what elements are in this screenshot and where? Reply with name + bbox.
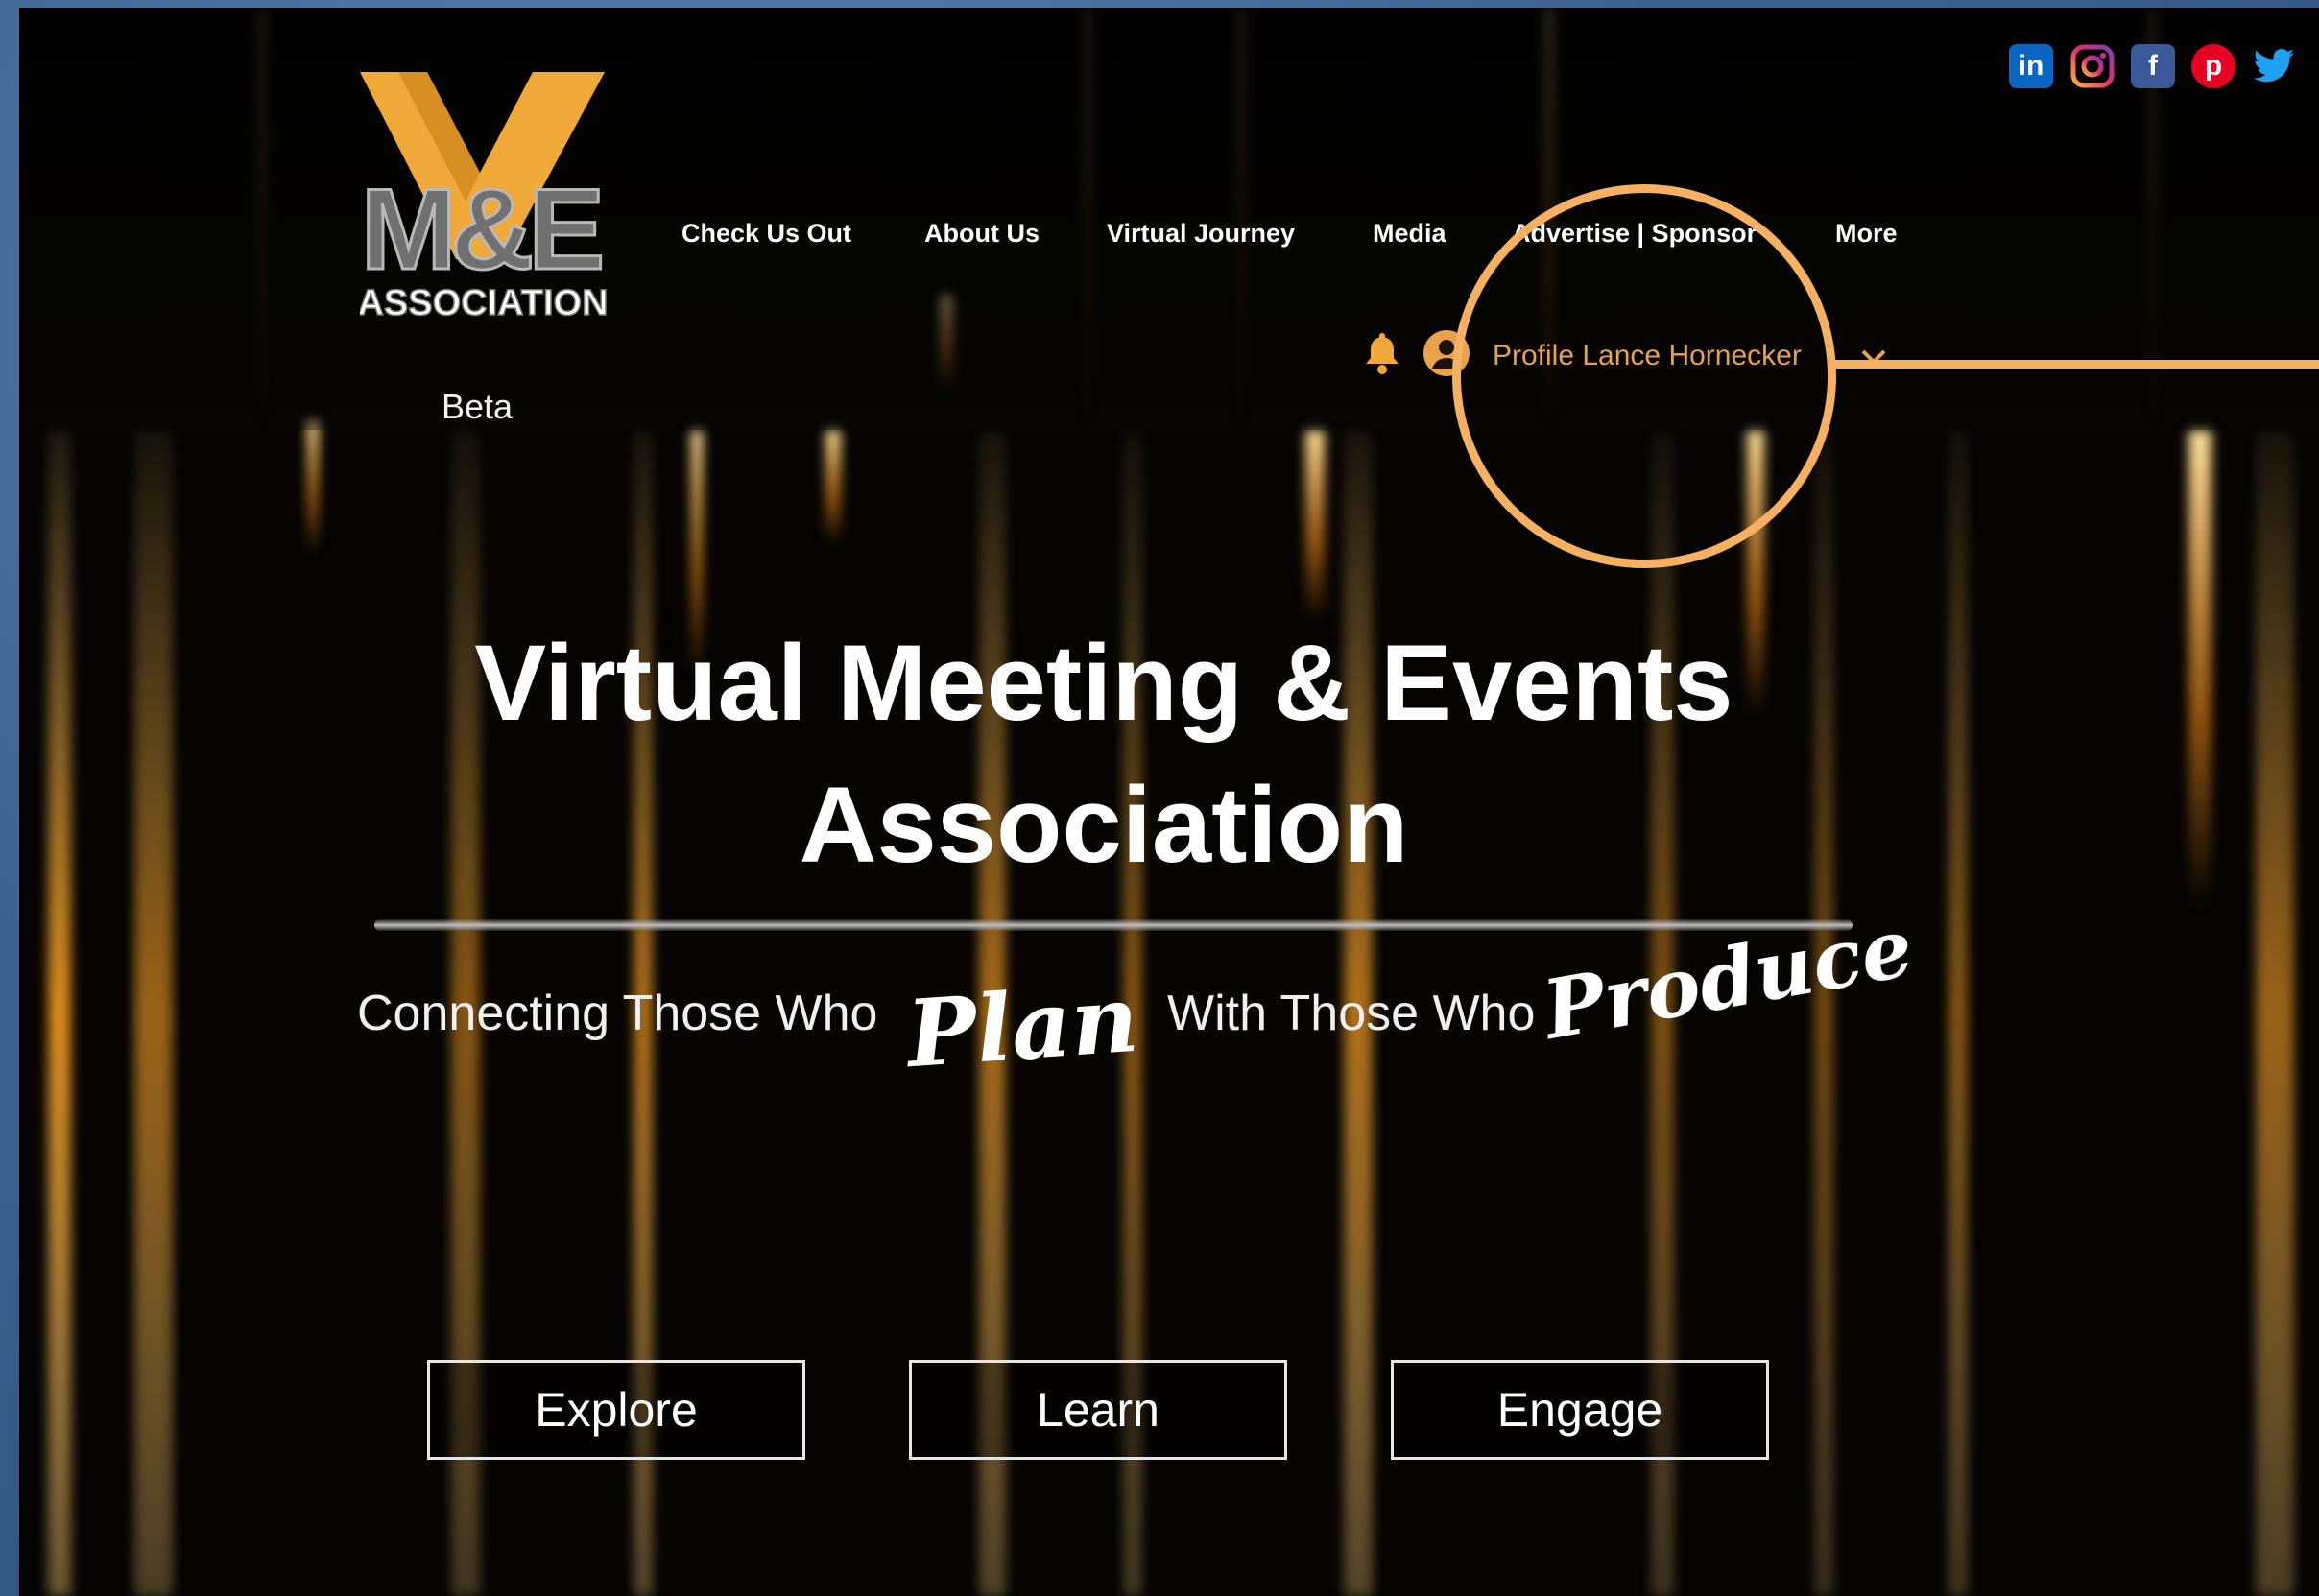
nav-item-media[interactable]: Media — [1373, 219, 1446, 249]
annotation-pointer-line — [1831, 360, 2319, 369]
instagram-icon[interactable] — [2070, 44, 2115, 88]
logo-wordmark: ASSOCIATION — [360, 283, 609, 323]
nav-item-about-us[interactable]: About Us — [924, 219, 1040, 249]
linkedin-icon[interactable]: in — [2009, 44, 2053, 88]
twitter-glyph — [2253, 49, 2294, 83]
bell-icon[interactable] — [1363, 331, 1401, 375]
facebook-glyph: f — [2148, 50, 2158, 82]
pinterest-glyph: p — [2204, 50, 2223, 82]
annotation-highlight-circle — [1452, 184, 1836, 568]
hero-divider — [374, 919, 1853, 931]
nav-item-more[interactable]: More — [1835, 219, 1898, 249]
twitter-icon[interactable] — [2252, 44, 2296, 88]
website-screenshot: M&E ASSOCIATION Beta Check Us Out About … — [19, 8, 2319, 1596]
tagline-part1: Connecting Those Who — [357, 986, 878, 1041]
nav-item-check-us-out[interactable]: Check Us Out — [681, 219, 851, 249]
tagline-script-plan: Plan — [903, 964, 1142, 1089]
beta-label: Beta — [442, 387, 514, 426]
facebook-icon[interactable]: f — [2131, 44, 2175, 88]
explore-button[interactable]: Explore — [427, 1360, 805, 1460]
linkedin-glyph: in — [2018, 50, 2044, 82]
instagram-glyph — [2070, 44, 2115, 88]
me-association-logo[interactable]: M&E ASSOCIATION — [360, 67, 629, 326]
hero-title: Virtual Meeting & Events Association — [19, 612, 2188, 896]
hero-title-line1: Virtual Meeting & Events — [474, 623, 1733, 743]
logo-mark: M&E — [361, 165, 602, 294]
hero-title-line2: Association — [799, 765, 1409, 885]
pinterest-icon[interactable]: p — [2191, 44, 2235, 88]
tagline-part2: With Those Who — [1167, 986, 1536, 1041]
nav-item-virtual-journey[interactable]: Virtual Journey — [1107, 219, 1295, 249]
engage-button[interactable]: Engage — [1391, 1360, 1769, 1460]
learn-button[interactable]: Learn — [909, 1360, 1287, 1460]
